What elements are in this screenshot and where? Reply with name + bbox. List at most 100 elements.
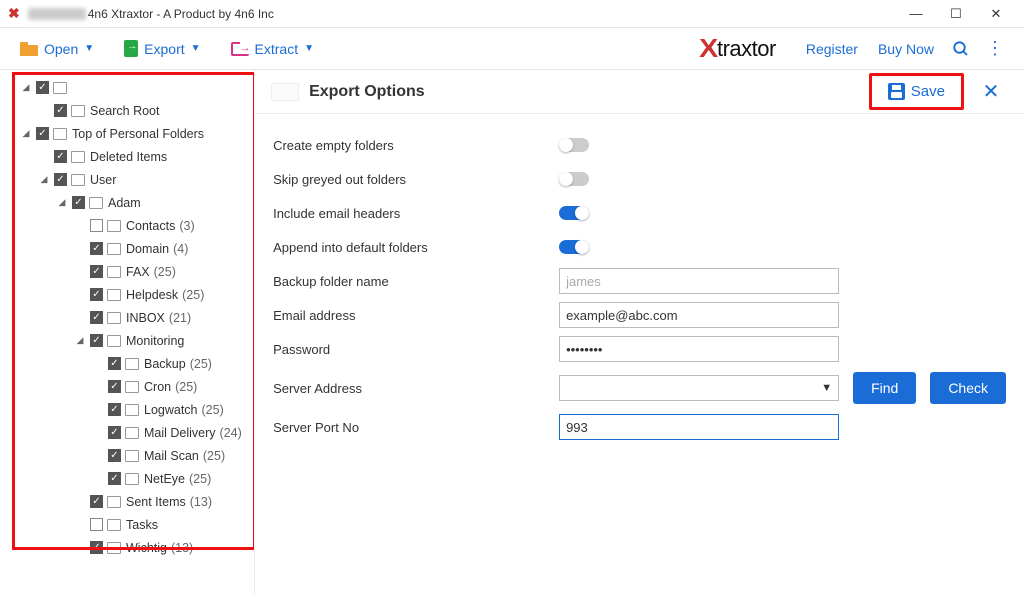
export-form: Create empty folders Skip greyed out fol… [255, 114, 1024, 458]
tree-label: Tasks [126, 518, 158, 532]
tree-item[interactable]: ✓Backup (25) [4, 352, 254, 375]
tree-label: Monitoring [126, 334, 184, 348]
expand-icon[interactable]: ◢ [56, 197, 68, 208]
tree-label: User [90, 173, 116, 187]
tree-count: (25) [202, 403, 224, 417]
tree-checkbox[interactable]: ✓ [108, 380, 121, 393]
save-button[interactable]: Save [874, 77, 959, 106]
tree-item[interactable]: ✓Cron (25) [4, 375, 254, 398]
tree-checkbox[interactable]: ✓ [108, 357, 121, 370]
tree-count: (25) [190, 357, 212, 371]
tree-label: FAX [126, 265, 150, 279]
expand-icon[interactable]: ◢ [74, 335, 86, 346]
tree-item[interactable]: ◢ ✓ Monitoring [4, 329, 254, 352]
create-empty-toggle[interactable] [559, 138, 589, 152]
tree-checkbox[interactable]: ✓ [36, 127, 49, 140]
tree-item[interactable]: ✓Mail Scan (25) [4, 444, 254, 467]
tree-checkbox[interactable]: ✓ [72, 196, 85, 209]
port-row: Server Port No [273, 410, 1006, 444]
tree-item[interactable]: ✓Sent Items (13) [4, 490, 254, 513]
password-input[interactable] [559, 336, 839, 362]
tree-checkbox[interactable]: ✓ [54, 173, 67, 186]
window-title: 4n6 Xtraxtor - A Product by 4n6 Inc [88, 7, 274, 21]
tree-checkbox[interactable]: ✓ [108, 403, 121, 416]
tree-item[interactable]: ✓INBOX (21) [4, 306, 254, 329]
tree-item[interactable]: ◢✓ [4, 76, 254, 99]
export-menu-button[interactable]: Export ▼ [116, 36, 208, 61]
tree-checkbox[interactable]: ✓ [90, 242, 103, 255]
tree-item[interactable]: Contacts (3) [4, 214, 254, 237]
folder-icon [107, 289, 121, 301]
tree-item[interactable]: ◢ ✓ Top of Personal Folders [4, 122, 254, 145]
tree-checkbox[interactable]: ✓ [54, 104, 67, 117]
contact-icon [107, 220, 121, 232]
tree-count: (4) [173, 242, 188, 256]
tree-checkbox[interactable]: ✓ [90, 541, 103, 554]
tree-item[interactable]: Tasks [4, 513, 254, 536]
close-panel-button[interactable]: ✕ [974, 75, 1008, 109]
sent-icon [107, 496, 121, 508]
email-input[interactable] [559, 302, 839, 328]
tree-checkbox[interactable]: ✓ [90, 311, 103, 324]
tree-item[interactable]: ✓Search Root [4, 99, 254, 122]
append-toggle[interactable] [559, 240, 589, 254]
tree-checkbox[interactable]: ✓ [108, 449, 121, 462]
tree-checkbox[interactable]: ✓ [108, 472, 121, 485]
tree-checkbox[interactable]: ✓ [108, 426, 121, 439]
tree-item[interactable]: ✓NetEye (25) [4, 467, 254, 490]
tree-label: INBOX [126, 311, 165, 325]
backup-input[interactable] [559, 268, 839, 294]
skip-greyed-toggle[interactable] [559, 172, 589, 186]
expand-icon[interactable]: ◢ [20, 128, 32, 139]
tree-label: Top of Personal Folders [72, 127, 204, 141]
tree-item[interactable]: ◢✓Adam [4, 191, 254, 214]
tree-item[interactable]: ✓FAX (25) [4, 260, 254, 283]
backup-label: Backup folder name [273, 274, 559, 289]
tree-label: NetEye [144, 472, 185, 486]
tree-label: Wichtig [126, 541, 167, 555]
tree-checkbox[interactable]: ✓ [90, 265, 103, 278]
expand-icon[interactable]: ◢ [20, 82, 32, 93]
headers-toggle[interactable] [559, 206, 589, 220]
server-select[interactable]: ▼ [559, 375, 839, 401]
register-link[interactable]: Register [796, 37, 868, 61]
folder-icon [107, 266, 121, 278]
tree-checkbox[interactable]: ✓ [90, 288, 103, 301]
skip-greyed-row: Skip greyed out folders [273, 162, 1006, 196]
backup-row: Backup folder name [273, 264, 1006, 298]
tree-item[interactable]: ✓Helpdesk (25) [4, 283, 254, 306]
tree-item[interactable]: ✓Wichtig (13) [4, 536, 254, 559]
append-label: Append into default folders [273, 240, 559, 255]
tree-item[interactable]: ✓Mail Delivery (24) [4, 421, 254, 444]
server-label: Server Address [273, 381, 559, 396]
minimize-button[interactable]: — [896, 0, 936, 28]
expand-icon[interactable]: ◢ [38, 174, 50, 185]
port-input[interactable] [559, 414, 839, 440]
more-menu-icon[interactable]: ⋮ [978, 32, 1012, 66]
close-window-button[interactable]: ✕ [976, 0, 1016, 28]
tree-checkbox[interactable] [90, 518, 103, 531]
search-icon[interactable] [944, 32, 978, 66]
app-logo-icon: ✖ [8, 5, 20, 22]
tree-checkbox[interactable]: ✓ [54, 150, 67, 163]
tree-checkbox[interactable] [90, 219, 103, 232]
find-button[interactable]: Find [853, 372, 916, 404]
extract-menu-button[interactable]: Extract ▼ [223, 37, 322, 61]
tree-label: Deleted Items [90, 150, 167, 164]
tree-checkbox[interactable]: ✓ [90, 334, 103, 347]
folder-tree-pane: ◢✓✓Search Root◢✓Top of Personal Folders✓… [0, 70, 255, 594]
skip-greyed-label: Skip greyed out folders [273, 172, 559, 187]
tree-item[interactable]: ✓ Deleted Items [4, 145, 254, 168]
check-button[interactable]: Check [930, 372, 1006, 404]
tree-item[interactable]: ✓Logwatch (25) [4, 398, 254, 421]
tree-checkbox[interactable]: ✓ [36, 81, 49, 94]
tree-item[interactable]: ✓Domain (4) [4, 237, 254, 260]
buy-now-link[interactable]: Buy Now [868, 37, 944, 61]
maximize-button[interactable]: ☐ [936, 0, 976, 28]
tree-item[interactable]: ◢ ✓ User [4, 168, 254, 191]
tree-checkbox[interactable]: ✓ [90, 495, 103, 508]
mail-icon [107, 312, 121, 324]
folder-icon [71, 105, 85, 117]
open-menu-button[interactable]: Open ▼ [12, 37, 102, 61]
folder-icon [125, 358, 139, 370]
